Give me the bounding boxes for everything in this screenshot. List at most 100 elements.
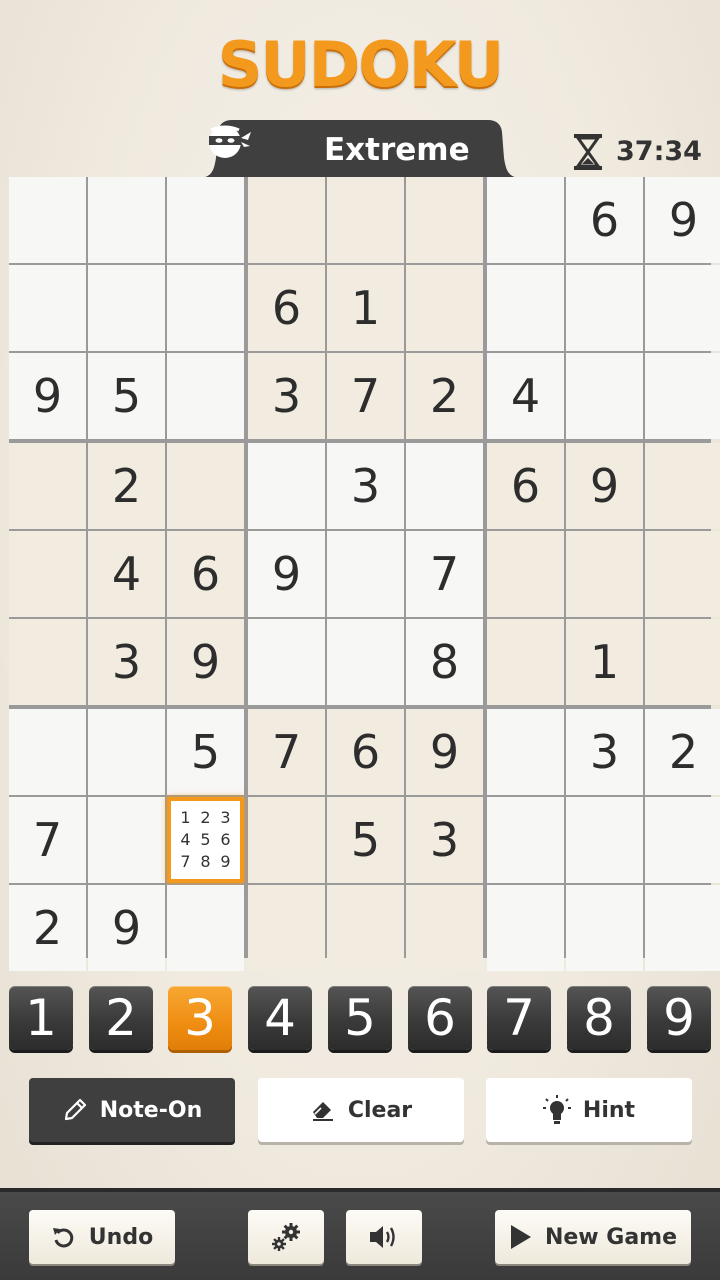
board-cell[interactable] (406, 177, 483, 263)
board-cell[interactable] (487, 709, 564, 795)
board-cell[interactable] (9, 265, 86, 351)
board-cell[interactable] (9, 709, 86, 795)
board-cell[interactable] (645, 531, 720, 617)
board-cell[interactable] (645, 353, 720, 439)
board-cell[interactable] (248, 177, 325, 263)
number-key-3[interactable]: 3 (168, 986, 232, 1050)
new-game-button[interactable]: New Game (495, 1210, 691, 1264)
board-cell[interactable]: 9 (167, 619, 244, 705)
board-cell[interactable] (645, 443, 720, 529)
board-cell[interactable] (327, 885, 404, 971)
board-cell[interactable]: 2 (645, 709, 720, 795)
board-cell[interactable] (88, 177, 165, 263)
board-cell[interactable] (487, 797, 564, 883)
board-cell[interactable]: 123 456 789 (167, 797, 244, 883)
board-cell[interactable] (487, 265, 564, 351)
number-key-1[interactable]: 1 (9, 986, 73, 1050)
board-cell[interactable]: 9 (645, 177, 720, 263)
board-cell[interactable] (487, 531, 564, 617)
board-cell[interactable] (645, 797, 720, 883)
clear-button[interactable]: Clear (258, 1078, 464, 1142)
board-cell[interactable] (566, 885, 643, 971)
board-cell[interactable]: 9 (9, 353, 86, 439)
board-cell[interactable]: 5 (88, 353, 165, 439)
note-digit: 4 (180, 830, 191, 849)
board-cell[interactable] (248, 885, 325, 971)
board-cell[interactable]: 6 (248, 265, 325, 351)
board-cell[interactable] (645, 885, 720, 971)
settings-button[interactable] (248, 1210, 324, 1264)
board-cell[interactable] (167, 353, 244, 439)
board-cell[interactable] (487, 619, 564, 705)
board-cell[interactable] (566, 353, 643, 439)
board-cell[interactable]: 2 (406, 353, 483, 439)
board-cell[interactable]: 8 (406, 619, 483, 705)
number-key-5[interactable]: 5 (328, 986, 392, 1050)
number-key-4[interactable]: 4 (248, 986, 312, 1050)
cell-value: 6 (589, 193, 620, 247)
number-key-7[interactable]: 7 (487, 986, 551, 1050)
board-cell[interactable] (167, 177, 244, 263)
board-cell[interactable] (566, 531, 643, 617)
board-cell[interactable]: 4 (88, 531, 165, 617)
undo-button[interactable]: Undo (29, 1210, 175, 1264)
board-cell[interactable]: 7 (9, 797, 86, 883)
board-cell[interactable] (487, 885, 564, 971)
board-cell[interactable] (167, 885, 244, 971)
board-cell[interactable]: 9 (566, 443, 643, 529)
board-cell[interactable]: 3 (406, 797, 483, 883)
board-cell[interactable] (406, 443, 483, 529)
board-cell[interactable] (406, 265, 483, 351)
board-cell[interactable] (9, 619, 86, 705)
board-cell[interactable]: 5 (327, 797, 404, 883)
board-cell[interactable]: 9 (248, 531, 325, 617)
board-cell[interactable] (248, 619, 325, 705)
difficulty-label: Extreme (324, 132, 470, 168)
board-cell[interactable] (487, 177, 564, 263)
sound-button[interactable] (346, 1210, 422, 1264)
number-key-9[interactable]: 9 (647, 986, 711, 1050)
board-cell[interactable]: 2 (88, 443, 165, 529)
board-cell[interactable]: 7 (327, 353, 404, 439)
board-cell[interactable]: 6 (487, 443, 564, 529)
board-cell[interactable] (167, 443, 244, 529)
board-cell[interactable] (645, 265, 720, 351)
board-cell[interactable]: 2 (9, 885, 86, 971)
board-cell[interactable] (327, 619, 404, 705)
board-cell[interactable] (88, 265, 165, 351)
board-cell[interactable]: 9 (406, 709, 483, 795)
board-cell[interactable] (645, 619, 720, 705)
note-on-button[interactable]: Note-On (29, 1078, 235, 1142)
board-cell[interactable] (167, 265, 244, 351)
board-cell[interactable]: 7 (406, 531, 483, 617)
board-cell[interactable]: 6 (167, 531, 244, 617)
board-cell[interactable] (9, 443, 86, 529)
board-cell[interactable]: 4 (487, 353, 564, 439)
board-cell[interactable] (88, 709, 165, 795)
board-cell[interactable] (327, 531, 404, 617)
board-cell[interactable]: 1 (327, 265, 404, 351)
board-cell[interactable]: 3 (248, 353, 325, 439)
hint-button[interactable]: Hint (486, 1078, 692, 1142)
board-cell[interactable] (88, 797, 165, 883)
board-cell[interactable] (566, 797, 643, 883)
board-cell[interactable]: 3 (327, 443, 404, 529)
number-key-6[interactable]: 6 (408, 986, 472, 1050)
board-cell[interactable]: 9 (88, 885, 165, 971)
board-cell[interactable]: 3 (566, 709, 643, 795)
board-cell[interactable]: 6 (566, 177, 643, 263)
board-cell[interactable] (406, 885, 483, 971)
board-cell[interactable]: 6 (327, 709, 404, 795)
board-cell[interactable] (327, 177, 404, 263)
board-cell[interactable] (566, 265, 643, 351)
board-cell[interactable]: 1 (566, 619, 643, 705)
board-cell[interactable] (248, 797, 325, 883)
board-cell[interactable]: 3 (88, 619, 165, 705)
board-cell[interactable] (9, 531, 86, 617)
board-cell[interactable] (9, 177, 86, 263)
board-cell[interactable] (248, 443, 325, 529)
board-cell[interactable]: 7 (248, 709, 325, 795)
board-cell[interactable]: 5 (167, 709, 244, 795)
number-key-8[interactable]: 8 (567, 986, 631, 1050)
number-key-2[interactable]: 2 (89, 986, 153, 1050)
